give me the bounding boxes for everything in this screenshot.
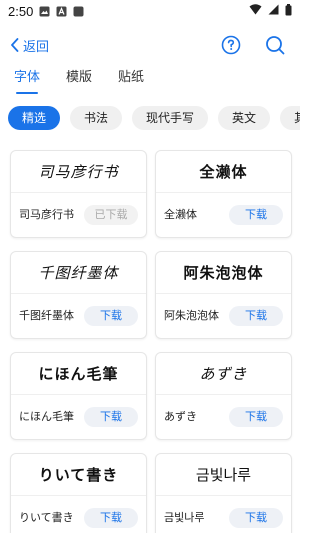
font-preview: 全濑体 [156, 151, 291, 193]
font-grid: 司马彦行书 司马彦行书 已下载 全濑体 全濑体 下载 千图纤墨体 千图纤墨体 下… [10, 150, 292, 533]
font-name: 阿朱泡泡体 [164, 309, 219, 322]
square-icon [73, 6, 84, 17]
chip-english[interactable]: 英文 [218, 106, 271, 130]
status-bar: 2:50 [0, 0, 300, 22]
font-preview: あずき [156, 353, 291, 395]
help-circle-icon[interactable] [220, 34, 242, 56]
wifi-icon [249, 4, 262, 18]
search-icon[interactable] [264, 34, 286, 56]
chip-featured[interactable]: 精选 [8, 106, 61, 130]
tab-templates[interactable]: 模版 [66, 68, 92, 96]
status-time: 2:50 [8, 3, 34, 19]
font-name: にほん毛筆 [19, 410, 74, 423]
font-card[interactable]: 금빛나루 금빛나루 下载 [155, 453, 292, 533]
font-name: 千图纤墨体 [19, 309, 74, 322]
font-name: 司马彦行书 [19, 208, 74, 221]
download-button[interactable]: 下载 [229, 205, 283, 225]
download-button[interactable]: 下载 [84, 306, 138, 326]
chip-calligraphy[interactable]: 书法 [70, 106, 123, 130]
chip-other[interactable]: 其 [280, 106, 300, 130]
font-preview: 阿朱泡泡体 [156, 252, 291, 294]
font-preview: にほん毛筆 [11, 353, 146, 395]
chevron-left-icon [10, 38, 19, 52]
font-name: 全濑体 [164, 208, 197, 221]
font-card[interactable]: あずき あずき 下载 [155, 352, 292, 440]
download-button[interactable]: 下载 [229, 508, 283, 528]
download-button[interactable]: 下载 [229, 306, 283, 326]
tab-fonts[interactable]: 字体 [14, 68, 40, 96]
download-button[interactable]: 下载 [84, 508, 138, 528]
font-preview: 금빛나루 [156, 454, 291, 496]
font-preview: 司马彦行书 [11, 151, 146, 193]
download-button[interactable]: 下载 [229, 407, 283, 427]
top-bar: 返回 [0, 28, 300, 62]
font-name: あずき [164, 410, 197, 423]
font-name: 금빛나루 [164, 511, 205, 524]
back-button[interactable]: 返回 [10, 36, 49, 55]
signal-icon [268, 4, 279, 18]
font-card[interactable]: りいて書き りいて書き 下载 [10, 453, 147, 533]
font-card[interactable]: 阿朱泡泡体 阿朱泡泡体 下载 [155, 251, 292, 339]
tab-stickers[interactable]: 贴纸 [118, 68, 144, 96]
chip-modern-handwriting[interactable]: 现代手写 [132, 106, 209, 130]
back-label: 返回 [23, 39, 50, 55]
downloaded-button[interactable]: 已下载 [84, 205, 138, 225]
font-card[interactable]: 全濑体 全濑体 下载 [155, 150, 292, 238]
image-icon [39, 6, 50, 17]
category-chips: 精选 书法 现代手写 英文 其 [0, 106, 300, 134]
battery-icon [285, 3, 292, 19]
text-a-icon [56, 6, 67, 17]
font-name: りいて書き [19, 511, 74, 524]
font-card[interactable]: 司马彦行书 司马彦行书 已下载 [10, 150, 147, 238]
font-card[interactable]: 千图纤墨体 千图纤墨体 下载 [10, 251, 147, 339]
main-tabs: 字体 模版 贴纸 [0, 68, 300, 98]
font-preview: 千图纤墨体 [11, 252, 146, 294]
font-preview: りいて書き [11, 454, 146, 496]
font-card[interactable]: にほん毛筆 にほん毛筆 下载 [10, 352, 147, 440]
download-button[interactable]: 下载 [84, 407, 138, 427]
